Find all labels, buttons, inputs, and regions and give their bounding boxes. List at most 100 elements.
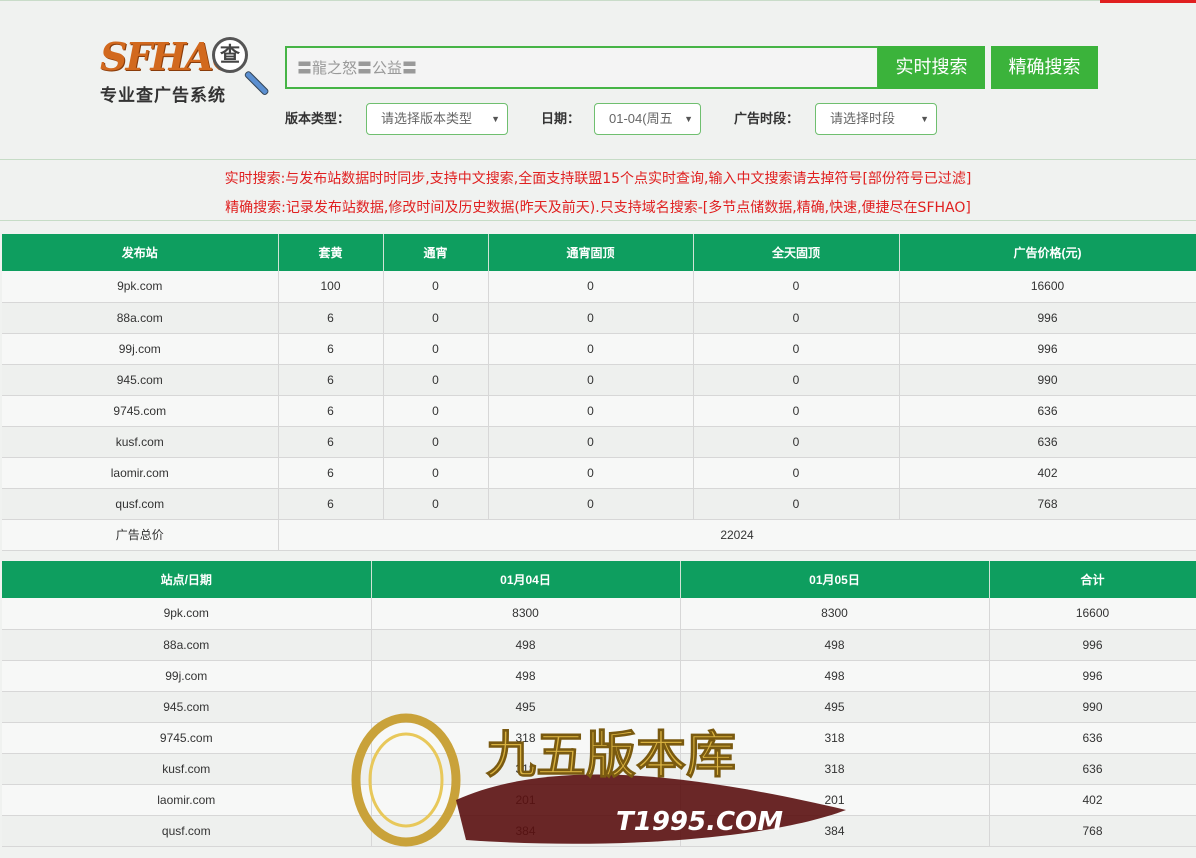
notice-panel: 实时搜索:与发布站数据时时同步,支持中文搜索,全面支持联盟15个点实时查询,输入… xyxy=(0,160,1196,221)
table-cell: 0 xyxy=(488,395,694,427)
exact-search-button[interactable]: 精确搜索 xyxy=(991,46,1098,89)
table-cell: 9745.com xyxy=(2,395,279,427)
table-row: 99j.com 6 0 0 0 996 xyxy=(2,333,1196,365)
version-type-label: 版本类型： xyxy=(285,111,351,126)
table-row: 9745.com 6 0 0 0 636 xyxy=(2,395,1196,427)
table-cell: 495 xyxy=(680,691,990,723)
logo-search-glyph: 查 xyxy=(220,44,240,66)
table-cell: 201 xyxy=(680,784,990,816)
col-header: 合计 xyxy=(989,561,1196,598)
table-row: laomir.com 201 201 402 xyxy=(2,784,1196,816)
table-cell: 6 xyxy=(278,333,384,365)
logo[interactable]: SFHAO 查 专业查广告系统 xyxy=(100,37,280,107)
date-label: 日期： xyxy=(541,111,581,126)
table-cell: 0 xyxy=(383,333,489,365)
ad-period-label: 广告时段： xyxy=(734,111,800,126)
table-cell: 99j.com xyxy=(2,333,279,365)
table-cell: 0 xyxy=(693,426,900,458)
table-cell: 402 xyxy=(989,784,1196,816)
table-cell: 6 xyxy=(278,302,384,334)
table-row: qusf.com 384 384 768 xyxy=(2,815,1196,847)
table-cell: 0 xyxy=(693,271,900,303)
table-cell: 9745.com xyxy=(2,722,372,754)
realtime-search-button[interactable]: 实时搜索 xyxy=(878,46,985,89)
table-cell: kusf.com xyxy=(2,753,372,785)
total-value: 22024 xyxy=(278,519,1196,551)
table-row: 945.com 495 495 990 xyxy=(2,691,1196,723)
magnifier-icon: 查 xyxy=(212,37,248,73)
search-input[interactable] xyxy=(285,46,879,89)
table-cell: 0 xyxy=(693,395,900,427)
col-header: 全天固顶 xyxy=(693,234,900,271)
table-cell: 0 xyxy=(488,488,694,520)
table-cell: 0 xyxy=(488,302,694,334)
ad-period-select[interactable]: 请选择时段 ▼ xyxy=(815,103,937,135)
table-cell: 16600 xyxy=(899,271,1196,303)
chevron-down-icon: ▼ xyxy=(684,114,693,124)
table-cell: 495 xyxy=(371,691,681,723)
table-cell: 0 xyxy=(383,271,489,303)
ad-summary-table: 发布站 套黄 通宵 通宵固顶 全天固顶 广告价格(元) 9pk.com 100 0 0… xyxy=(2,234,1196,551)
table-row: 9pk.com 8300 8300 16600 xyxy=(2,598,1196,630)
table-cell: laomir.com xyxy=(2,457,279,489)
table-cell: 636 xyxy=(899,395,1196,427)
table-cell: 0 xyxy=(488,271,694,303)
table-cell: 0 xyxy=(693,333,900,365)
table-cell: 0 xyxy=(383,302,489,334)
table-cell: 945.com xyxy=(2,364,279,396)
table-cell: 100 xyxy=(278,271,384,303)
table-cell: 88a.com xyxy=(2,302,279,334)
table-header-row: 发布站 套黄 通宵 通宵固顶 全天固顶 广告价格(元) xyxy=(2,234,1196,271)
table-row: kusf.com 6 0 0 0 636 xyxy=(2,426,1196,458)
table-cell: 996 xyxy=(989,660,1196,692)
table-row: 88a.com 498 498 996 xyxy=(2,629,1196,661)
table-cell: 990 xyxy=(989,691,1196,723)
col-header: 发布站 xyxy=(2,234,279,271)
total-row: 广告总价 22024 xyxy=(2,519,1196,551)
table-cell: 0 xyxy=(693,457,900,489)
logo-tagline: 专业查广告系统 xyxy=(100,86,226,106)
col-header: 广告价格(元) xyxy=(899,234,1196,271)
table-cell: 996 xyxy=(899,333,1196,365)
table-row: 99j.com 498 498 996 xyxy=(2,660,1196,692)
header: SFHAO 查 专业查广告系统 实时搜索 精确搜索 版本类型： 请选择版本类型 … xyxy=(0,3,1196,160)
table-row: laomir.com 6 0 0 0 402 xyxy=(2,457,1196,489)
table-cell: 636 xyxy=(899,426,1196,458)
chevron-down-icon: ▼ xyxy=(920,114,929,124)
col-header: 套黄 xyxy=(278,234,384,271)
table-cell: qusf.com xyxy=(2,815,372,847)
table-cell: 6 xyxy=(278,426,384,458)
date-select[interactable]: 01-04(周五 ▼ xyxy=(594,103,701,135)
table-cell: 0 xyxy=(488,333,694,365)
table-cell: 990 xyxy=(899,364,1196,396)
table-cell: 0 xyxy=(383,395,489,427)
col-header: 01月05日 xyxy=(680,561,990,598)
table-cell: 318 xyxy=(680,722,990,754)
table-cell: 402 xyxy=(899,457,1196,489)
table-cell: 201 xyxy=(371,784,681,816)
table-cell: 0 xyxy=(693,302,900,334)
table-cell: 768 xyxy=(989,815,1196,847)
table-cell: 384 xyxy=(680,815,990,847)
table-cell: 498 xyxy=(680,660,990,692)
table-cell: qusf.com xyxy=(2,488,279,520)
magnifier-handle xyxy=(243,70,270,97)
table-cell: 318 xyxy=(371,722,681,754)
table-cell: kusf.com xyxy=(2,426,279,458)
table-cell: 6 xyxy=(278,364,384,396)
version-type-value: 请选择版本类型 xyxy=(381,111,473,126)
table-cell: 6 xyxy=(278,457,384,489)
table-cell: 9pk.com xyxy=(2,598,372,630)
table-cell: 6 xyxy=(278,395,384,427)
table-row: 88a.com 6 0 0 0 996 xyxy=(2,302,1196,334)
table-cell: 0 xyxy=(488,457,694,489)
table-cell: 318 xyxy=(680,753,990,785)
table-cell: 384 xyxy=(371,815,681,847)
table-cell: 99j.com xyxy=(2,660,372,692)
table-cell: 6 xyxy=(278,488,384,520)
table-cell: 498 xyxy=(371,629,681,661)
table-cell: 768 xyxy=(899,488,1196,520)
version-type-select[interactable]: 请选择版本类型 ▼ xyxy=(366,103,508,135)
table-row: 9pk.com 100 0 0 0 16600 xyxy=(2,271,1196,303)
table-row: qusf.com 6 0 0 0 768 xyxy=(2,488,1196,520)
